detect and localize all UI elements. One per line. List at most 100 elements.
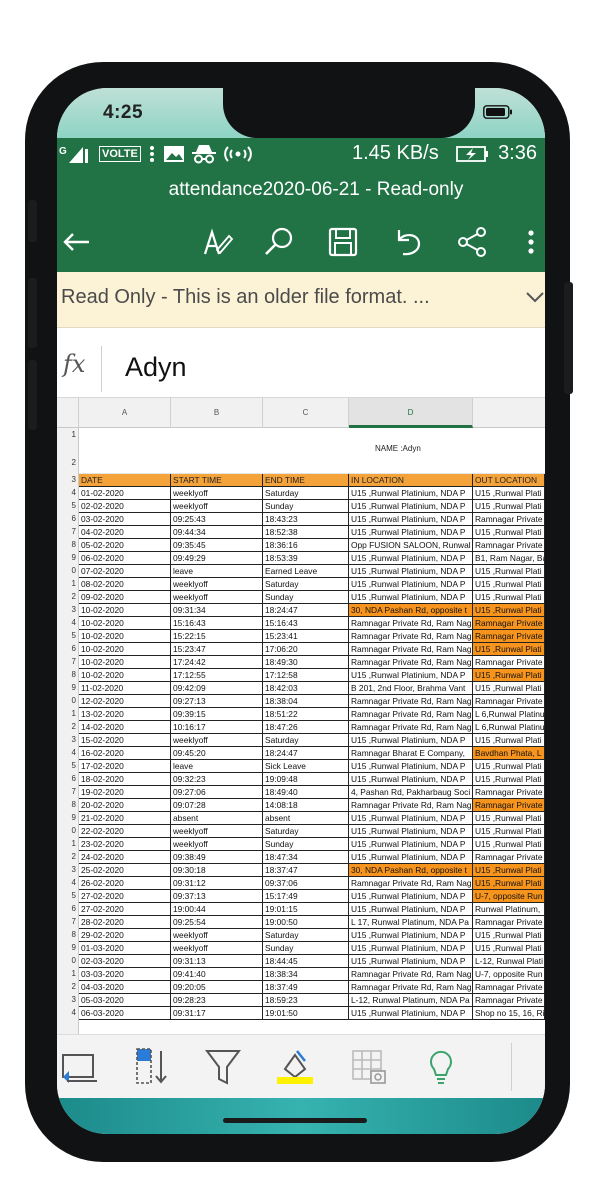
cell-in-location[interactable]: U15 ,Runwal Platinium, NDA P: [349, 773, 473, 786]
row-number[interactable]: 9: [57, 683, 76, 692]
cell-in-location[interactable]: 4, Pashan Rd, Pakharbaug Soci: [349, 786, 473, 799]
cell-in-location[interactable]: Opp FUSION SALOON, Runwal: [349, 539, 473, 552]
cell-in-location[interactable]: Ramnagar Private Rd, Ram Nag: [349, 968, 473, 981]
cell-end-time[interactable]: 18:47:34: [263, 851, 349, 864]
column-header-a[interactable]: A: [79, 398, 171, 428]
cell-start-time[interactable]: 09:35:45: [171, 539, 263, 552]
share-icon[interactable]: [455, 224, 491, 260]
cell-out-location[interactable]: U15 ,Runwal Plati: [473, 500, 545, 513]
cell-out-location[interactable]: Ramnagar Private: [473, 799, 545, 812]
insert-picture-table-icon[interactable]: [349, 1047, 389, 1087]
cell-in-location[interactable]: Ramnagar Bharat E Company,: [349, 747, 473, 760]
formula-value[interactable]: Adyn: [125, 352, 187, 383]
cell-start-time[interactable]: 09:32:23: [171, 773, 263, 786]
cell-date[interactable]: 14-02-2020: [79, 721, 171, 734]
cell-end-time[interactable]: 17:06:20: [263, 643, 349, 656]
cell-date[interactable]: 05-02-2020: [79, 539, 171, 552]
cell-end-time[interactable]: Saturday: [263, 487, 349, 500]
cell-start-time[interactable]: 09:31:13: [171, 955, 263, 968]
cell-date[interactable]: 10-02-2020: [79, 630, 171, 643]
cell-end-time[interactable]: Sunday: [263, 591, 349, 604]
cell-start-time[interactable]: 09:28:23: [171, 994, 263, 1007]
cell-in-location[interactable]: U15 ,Runwal Platinium, NDA P: [349, 903, 473, 916]
cell-date[interactable]: 10-02-2020: [79, 656, 171, 669]
cell-end-time[interactable]: Sick Leave: [263, 760, 349, 773]
cell-out-location[interactable]: U15 ,Runwal Plati: [473, 760, 545, 773]
cell-date[interactable]: 10-02-2020: [79, 617, 171, 630]
row-number[interactable]: 7: [57, 787, 76, 796]
cell-date[interactable]: 27-02-2020: [79, 903, 171, 916]
cell-in-location[interactable]: 30, NDA Pashan Rd, opposite t: [349, 604, 473, 617]
row-number[interactable]: 5: [57, 631, 76, 640]
cell-in-location[interactable]: Ramnagar Private Rd, Ram Nag: [349, 877, 473, 890]
cell-date[interactable]: 17-02-2020: [79, 760, 171, 773]
cell-start-time[interactable]: 09:44:34: [171, 526, 263, 539]
cell-start-time[interactable]: 09:37:13: [171, 890, 263, 903]
cell-start-time[interactable]: weeklyoff: [171, 487, 263, 500]
row-number[interactable]: 6: [57, 904, 76, 913]
row-number[interactable]: 4: [57, 748, 76, 757]
cell-end-time[interactable]: Saturday: [263, 825, 349, 838]
cell-date[interactable]: 28-02-2020: [79, 916, 171, 929]
cell-in-location[interactable]: U15 ,Runwal Platinium, NDA P: [349, 565, 473, 578]
row-number[interactable]: 1: [57, 579, 76, 588]
cell-start-time[interactable]: 09:39:15: [171, 708, 263, 721]
row-number[interactable]: 3: [57, 475, 76, 484]
cell-end-time[interactable]: 15:23:41: [263, 630, 349, 643]
cell-end-time[interactable]: Sunday: [263, 942, 349, 955]
undo-icon[interactable]: [389, 224, 425, 260]
cell-date[interactable]: 21-02-2020: [79, 812, 171, 825]
cell-date[interactable]: 13-02-2020: [79, 708, 171, 721]
cell-in-location[interactable]: 30, NDA Pashan Rd, opposite t: [349, 864, 473, 877]
cell-out-location[interactable]: U15 ,Runwal Plati: [473, 578, 545, 591]
row-number[interactable]: 8: [57, 800, 76, 809]
cell-start-time[interactable]: 09:30:18: [171, 864, 263, 877]
column-header-d[interactable]: D: [349, 398, 473, 428]
cell-end-time[interactable]: 18:44:45: [263, 955, 349, 968]
cell-out-location[interactable]: Shop no 15, 16, Ri: [473, 1007, 545, 1020]
cell-start-time[interactable]: 09:42:09: [171, 682, 263, 695]
cell-end-time[interactable]: 18:37:47: [263, 864, 349, 877]
cell-in-location[interactable]: U15 ,Runwal Platinium, NDA P: [349, 526, 473, 539]
cell-out-location[interactable]: U-7, opposite Run: [473, 968, 545, 981]
cell-out-location[interactable]: U15 ,Runwal Plati: [473, 838, 545, 851]
row-number[interactable]: 1: [57, 839, 76, 848]
formula-bar[interactable]: fx Adyn: [57, 340, 545, 398]
cell-in-location[interactable]: U15 ,Runwal Platinium, NDA P: [349, 487, 473, 500]
cell-in-location[interactable]: B 201, 2nd Floor, Brahma Vant: [349, 682, 473, 695]
cell-end-time[interactable]: 14:08:18: [263, 799, 349, 812]
cell-in-location[interactable]: U15 ,Runwal Platinium, NDA P: [349, 760, 473, 773]
row-number[interactable]: 0: [57, 956, 76, 965]
cell-out-location[interactable]: Ramnagar Private: [473, 656, 545, 669]
cell-end-time[interactable]: 18:59:23: [263, 994, 349, 1007]
row-number[interactable]: 3: [57, 605, 76, 614]
cell-date[interactable]: 10-02-2020: [79, 669, 171, 682]
cell-start-time[interactable]: 09:20:05: [171, 981, 263, 994]
cell-date[interactable]: 07-02-2020: [79, 565, 171, 578]
cell-in-location[interactable]: U15 ,Runwal Platinium, NDA P: [349, 955, 473, 968]
row-number[interactable]: 1: [57, 709, 76, 718]
chevron-down-icon[interactable]: [525, 290, 545, 304]
cell-start-time[interactable]: weeklyoff: [171, 825, 263, 838]
cell-date[interactable]: 15-02-2020: [79, 734, 171, 747]
row-number[interactable]: 5: [57, 501, 76, 510]
cell-end-time[interactable]: Sunday: [263, 838, 349, 851]
cell-end-time[interactable]: 18:38:34: [263, 968, 349, 981]
cell-in-location[interactable]: U15 ,Runwal Platinium, NDA P: [349, 513, 473, 526]
cell-end-time[interactable]: 18:37:49: [263, 981, 349, 994]
cell-in-location[interactable]: U15 ,Runwal Platinium, NDA P: [349, 812, 473, 825]
cell-in-location[interactable]: U15 ,Runwal Platinium, NDA P: [349, 890, 473, 903]
cell-date[interactable]: 16-02-2020: [79, 747, 171, 760]
cell-date[interactable]: 02-02-2020: [79, 500, 171, 513]
cell-out-location[interactable]: U-7, opposite Run: [473, 890, 545, 903]
cell-date[interactable]: 22-02-2020: [79, 825, 171, 838]
cell-out-location[interactable]: Ramnagar Private: [473, 994, 545, 1007]
row-number[interactable]: 7: [57, 527, 76, 536]
row-number[interactable]: 9: [57, 813, 76, 822]
cell-end-time[interactable]: 18:49:30: [263, 656, 349, 669]
row-number[interactable]: 9: [57, 553, 76, 562]
cell-start-time[interactable]: weeklyoff: [171, 942, 263, 955]
cell-date[interactable]: 26-02-2020: [79, 877, 171, 890]
cell-end-time[interactable]: 18:38:04: [263, 695, 349, 708]
cell-date[interactable]: 01-03-2020: [79, 942, 171, 955]
